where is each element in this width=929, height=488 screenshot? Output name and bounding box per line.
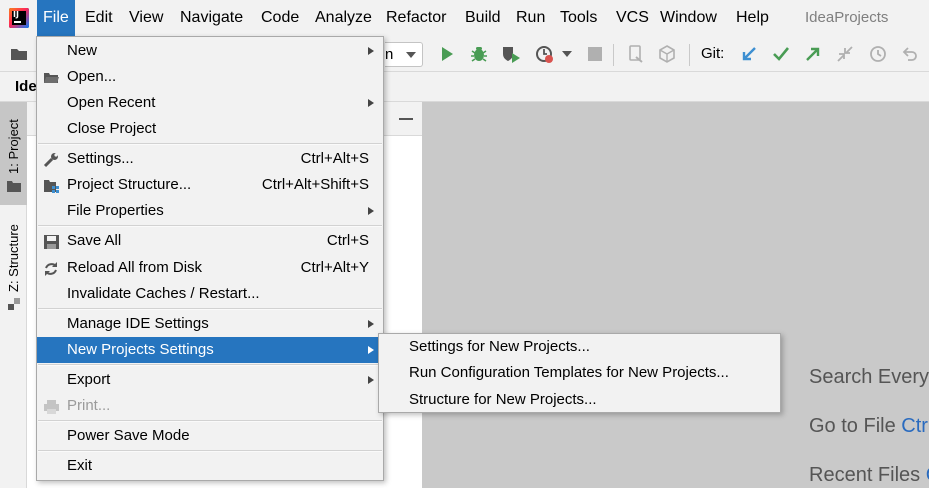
menu-item-print[interactable]: Print... xyxy=(37,393,383,419)
menu-separator xyxy=(38,364,382,366)
git-update-icon[interactable] xyxy=(739,44,759,64)
menu-separator xyxy=(38,420,382,422)
toolbar-separator xyxy=(689,44,690,66)
structure-icon xyxy=(8,297,22,310)
git-label: Git: xyxy=(701,45,725,62)
structure-tab-label: Z: Structure xyxy=(6,224,21,292)
submenu-arrow-icon xyxy=(368,320,374,328)
wrench-icon xyxy=(43,151,60,168)
editor-hint-go-to-file: Go to File Ctr xyxy=(809,415,928,437)
menu-item-save-all[interactable]: Save All Ctrl+S xyxy=(37,228,383,254)
menu-item-manage-ide-settings[interactable]: Manage IDE Settings xyxy=(37,311,383,337)
menu-item-settings[interactable]: Settings... Ctrl+Alt+S xyxy=(37,146,383,172)
print-icon xyxy=(43,398,60,414)
project-tab-label: 1: Project xyxy=(6,119,21,174)
menu-separator xyxy=(38,450,382,452)
menu-item-close-project[interactable]: Close Project xyxy=(37,116,383,142)
tool-window-project-tab[interactable]: 1: Project xyxy=(0,102,27,205)
new-projects-settings-submenu: Settings for New Projects... Run Configu… xyxy=(378,333,781,413)
submenu-arrow-icon xyxy=(368,99,374,107)
project-structure-icon xyxy=(43,177,60,193)
submenu-arrow-icon xyxy=(368,346,374,354)
menu-item-power-save-mode[interactable]: Power Save Mode xyxy=(37,423,383,449)
minimize-icon[interactable] xyxy=(399,118,413,120)
menu-item-open-recent[interactable]: Open Recent xyxy=(37,90,383,116)
run-configuration-value: n xyxy=(385,46,394,63)
toolbar-separator xyxy=(613,44,614,66)
menu-view[interactable]: View xyxy=(123,0,169,36)
submenu-item-run-configuration-templates[interactable]: Run Configuration Templates for New Proj… xyxy=(379,360,780,386)
menu-item-invalidate-caches[interactable]: Invalidate Caches / Restart... xyxy=(37,281,383,307)
chevron-down-icon xyxy=(406,52,416,58)
menu-item-exit[interactable]: Exit xyxy=(37,453,383,479)
folder-icon xyxy=(7,179,21,192)
history-icon[interactable] xyxy=(868,44,888,64)
menu-navigate[interactable]: Navigate xyxy=(174,0,249,36)
stop-icon[interactable] xyxy=(585,44,605,64)
left-tool-strip: 1: Project Z: Structure xyxy=(0,102,27,488)
window-title: IdeaProjects xyxy=(805,9,889,26)
submenu-item-structure-for-new-projects[interactable]: Structure for New Projects... xyxy=(379,387,780,413)
menu-run[interactable]: Run xyxy=(510,0,551,36)
git-merge-icon[interactable] xyxy=(835,44,855,64)
open-folder-icon[interactable] xyxy=(9,44,29,64)
run-with-coverage-icon[interactable] xyxy=(501,44,521,64)
sdk-manager-icon[interactable] xyxy=(657,44,677,64)
menu-item-new[interactable]: New xyxy=(37,38,383,64)
menu-item-project-structure[interactable]: Project Structure... Ctrl+Alt+Shift+S xyxy=(37,172,383,198)
submenu-item-settings-for-new-projects[interactable]: Settings for New Projects... xyxy=(379,334,780,360)
menu-file[interactable]: File xyxy=(37,0,75,36)
menu-item-open[interactable]: Open... xyxy=(37,64,383,90)
breadcrumb[interactable]: Ide xyxy=(15,78,37,95)
menu-item-file-properties[interactable]: File Properties xyxy=(37,198,383,224)
menu-build[interactable]: Build xyxy=(459,0,507,36)
profiler-icon[interactable] xyxy=(535,44,555,64)
menu-item-new-projects-settings[interactable]: New Projects Settings xyxy=(37,337,383,363)
debug-icon[interactable] xyxy=(469,44,489,64)
submenu-arrow-icon xyxy=(368,47,374,55)
rollback-icon[interactable] xyxy=(900,44,920,64)
intellij-logo-icon: IJ xyxy=(9,8,29,28)
menu-edit[interactable]: Edit xyxy=(79,0,119,36)
reload-icon xyxy=(43,260,60,276)
device-icon[interactable] xyxy=(626,44,646,64)
git-push-icon[interactable] xyxy=(803,44,823,64)
save-icon xyxy=(43,233,60,249)
editor-hint-recent-files: Recent Files C xyxy=(809,464,929,486)
menu-vcs[interactable]: VCS xyxy=(610,0,655,36)
menu-bar: IJ File Edit View Navigate Code Analyze … xyxy=(0,0,929,36)
menu-refactor[interactable]: Refactor xyxy=(380,0,452,36)
editor-hint-search-everywhere: Search Every xyxy=(809,366,929,388)
run-configuration-select[interactable]: n xyxy=(385,42,423,67)
menu-separator xyxy=(38,225,382,227)
editor-empty-area: Search Every Go to File Ctr Recent Files… xyxy=(422,102,929,488)
menu-separator xyxy=(38,143,382,145)
menu-tools[interactable]: Tools xyxy=(554,0,603,36)
folder-icon xyxy=(43,69,60,85)
submenu-arrow-icon xyxy=(368,376,374,384)
menu-separator xyxy=(38,308,382,310)
menu-code[interactable]: Code xyxy=(255,0,305,36)
run-icon[interactable] xyxy=(437,44,457,64)
menu-window[interactable]: Window xyxy=(654,0,723,36)
menu-help[interactable]: Help xyxy=(730,0,775,36)
menu-item-reload-all-from-disk[interactable]: Reload All from Disk Ctrl+Alt+Y xyxy=(37,255,383,281)
menu-item-export[interactable]: Export xyxy=(37,367,383,393)
submenu-arrow-icon xyxy=(368,207,374,215)
tool-window-structure-tab[interactable]: Z: Structure xyxy=(0,210,27,315)
file-menu-dropdown: New Open... Open Recent Close Project Se… xyxy=(36,36,384,481)
menu-analyze[interactable]: Analyze xyxy=(309,0,378,36)
profiler-dropdown-icon[interactable] xyxy=(560,44,574,64)
git-commit-icon[interactable] xyxy=(771,44,791,64)
